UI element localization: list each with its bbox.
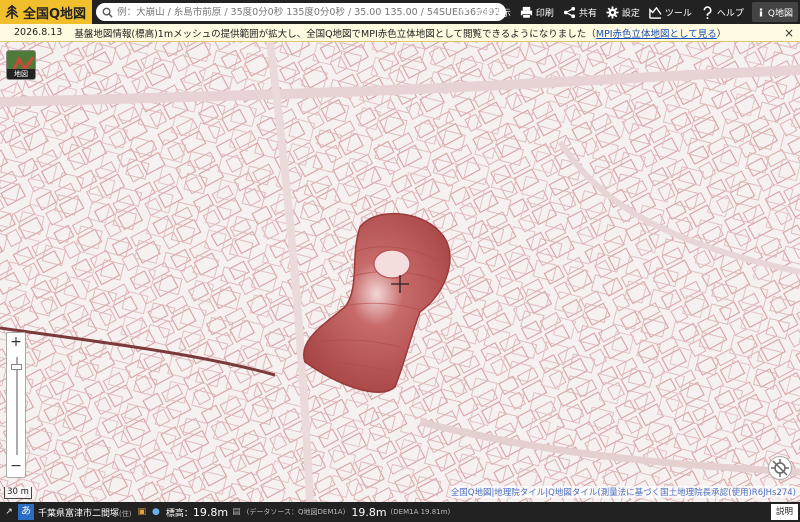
share-button[interactable]: 共有: [563, 6, 597, 19]
zoom-track[interactable]: [16, 357, 18, 455]
zoom-out-button[interactable]: −: [7, 457, 25, 477]
help-label: ヘルプ: [716, 8, 744, 19]
search-icon: [102, 7, 113, 18]
search-box[interactable]: [96, 3, 507, 21]
tools-button[interactable]: ツール: [649, 6, 692, 19]
mountain-logo-icon: [5, 5, 19, 19]
note-icon: ▣: [137, 507, 146, 517]
address-text: 千葉県富津市二間塚(住): [38, 506, 131, 519]
reset-view-button[interactable]: 初期表示: [459, 6, 511, 19]
settings-label: 設定: [621, 8, 640, 19]
elevation-value-2: 19.8m: [351, 505, 387, 519]
address-type: (住): [119, 509, 132, 518]
app-window: 全国Q地図 初期表示 印刷 共有 設定: [0, 0, 800, 522]
tools-icon: [649, 6, 662, 19]
attribution-text[interactable]: 全国Q地図|地理院タイル|Q地図タイル(測量法に基づく国土地理院長承認(使用)R…: [451, 488, 796, 498]
arrow-icon: ↗: [5, 507, 13, 517]
zoom-in-button[interactable]: +: [7, 333, 25, 353]
toolbar: 初期表示 印刷 共有 設定 ツール ヘルプ Q地図: [450, 0, 800, 24]
search-input[interactable]: [117, 6, 501, 18]
top-bar: 全国Q地図 初期表示 印刷 共有 設定: [0, 0, 800, 24]
magnifier-icon: ●: [152, 507, 160, 517]
about-q-map-label: Q地図: [767, 8, 793, 19]
reset-icon: [460, 6, 472, 18]
printer-icon: [520, 6, 532, 18]
notice-banner: 2026.8.13 基盤地図情報(標高)1mメッシュの提供範囲が拡大し、全国Q地…: [0, 24, 800, 42]
current-location-button[interactable]: [768, 456, 792, 480]
scale-bar: 30 m: [4, 487, 32, 499]
settings-button[interactable]: 設定: [606, 5, 640, 19]
notice-text: 基盤地図情報(標高)1mメッシュの提供範囲が拡大し、全国Q地図でMPI赤色立体地…: [74, 28, 596, 40]
zoom-control: + −: [6, 332, 26, 478]
tools-label: ツール: [664, 8, 692, 19]
base-layer-switcher[interactable]: 地図: [6, 50, 36, 80]
copy-icon[interactable]: ▤: [232, 507, 241, 517]
close-notice-button[interactable]: ×: [784, 26, 794, 40]
about-q-map-button[interactable]: Q地図: [751, 2, 798, 22]
map-canvas[interactable]: 地図 + − 30 m 全国Q地図|地理院タイル|Q地図タイル(測量法に基づく国…: [0, 42, 800, 502]
notice-date: 2026.8.13: [14, 27, 63, 38]
expand-arrow-button[interactable]: ↗: [0, 502, 18, 522]
app-title: 全国Q地図: [23, 6, 87, 22]
relief-map-layer: [0, 42, 800, 502]
share-icon: [563, 6, 575, 18]
notice-suffix: ）: [716, 28, 727, 40]
help-button[interactable]: ヘルプ: [701, 5, 744, 19]
reset-view-label: 初期表示: [474, 8, 511, 19]
app-logo[interactable]: 全国Q地図: [0, 0, 93, 24]
notice-link[interactable]: MPI赤色立体地図として見る: [596, 26, 717, 40]
elevation-source-2: (DEM1A 19.81m): [390, 508, 451, 516]
share-label: 共有: [578, 8, 597, 19]
elevation-value: 19.8m: [192, 505, 229, 519]
status-bar: ↗ あ 千葉県富津市二間塚(住) ▣ ● 標高： 19.8m ▤ (データソース…: [0, 502, 800, 522]
gear-icon: [606, 5, 619, 19]
elevation-source: (データソース：Q地図DEM1A): [246, 508, 346, 516]
zoom-slider-handle[interactable]: [11, 364, 22, 371]
help-icon: [703, 5, 712, 19]
address-value: 千葉県富津市二間塚: [38, 508, 120, 519]
map-attribution[interactable]: 全国Q地図|地理院タイル|Q地図タイル(測量法に基づく国土地理院長承認(使用)R…: [450, 486, 796, 498]
explanation-button[interactable]: 説明: [770, 504, 798, 520]
address-mode-button[interactable]: あ: [18, 504, 34, 520]
print-button[interactable]: 印刷: [520, 6, 554, 19]
locate-icon: [771, 459, 789, 477]
elevation-label: 標高：: [165, 508, 193, 519]
info-icon: [759, 8, 763, 16]
base-layer-label: 地図: [7, 69, 35, 79]
print-label: 印刷: [535, 8, 554, 19]
